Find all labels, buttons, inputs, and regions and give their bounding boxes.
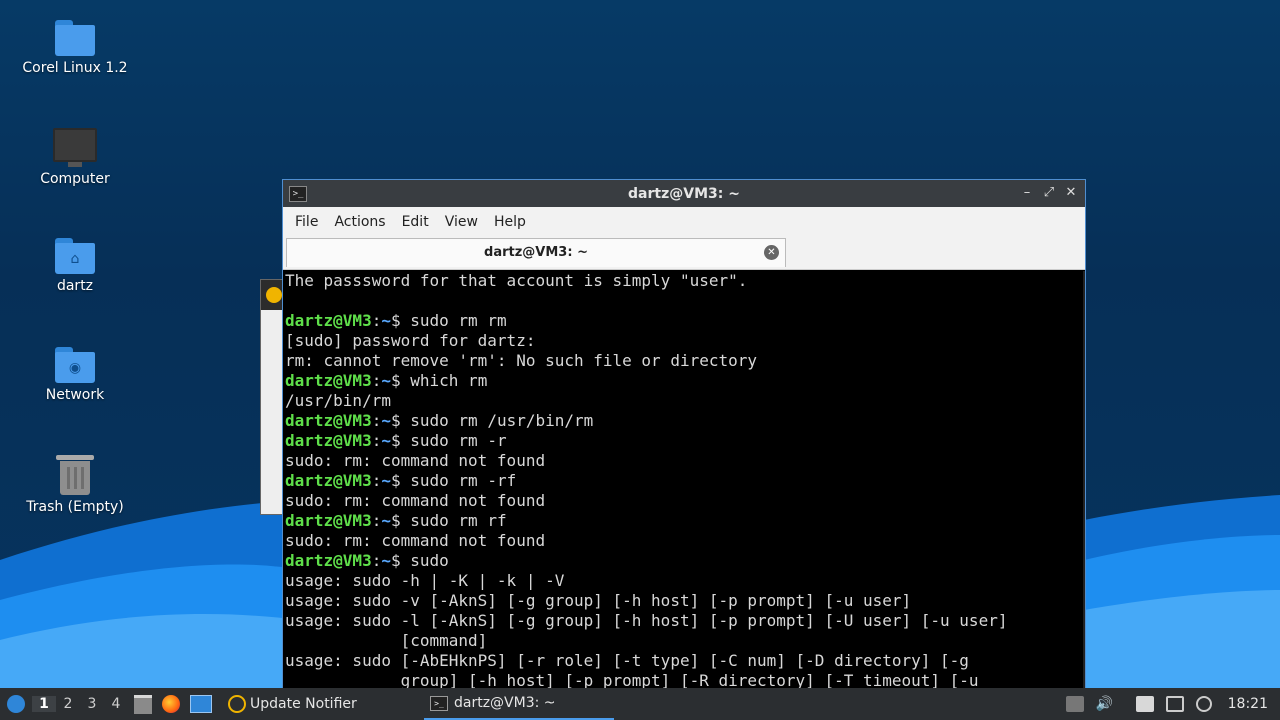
terminal-output-line: usage: sudo -l [-AknS] [-g group] [-h ho… [285, 611, 1008, 630]
tab-label: dartz@VM3: ~ [484, 245, 588, 260]
prompt-path: ~ [381, 511, 391, 530]
terminal-output-line: [command] [285, 631, 488, 650]
prompt-path: ~ [381, 411, 391, 430]
desktop-icon [190, 695, 212, 713]
prompt-path: ~ [381, 551, 391, 570]
start-menu-button[interactable] [0, 688, 32, 720]
network-icon[interactable] [1165, 696, 1184, 712]
terminal-icon: >_ [289, 185, 307, 202]
firefox-icon [162, 695, 180, 713]
terminal-command-line: dartz@VM3:~$ sudo rm rm [285, 311, 507, 330]
terminal-output-line: usage: sudo [-AbEHknPS] [-r role] [-t ty… [285, 651, 969, 670]
terminal-scrollbar[interactable] [1083, 271, 1085, 688]
computer-icon [53, 128, 97, 162]
updates-icon[interactable] [1195, 696, 1212, 712]
terminal-command-line: dartz@VM3:~$ sudo rm -r [285, 431, 507, 450]
terminal-output-line: [sudo] password for dartz: [285, 331, 536, 350]
prompt-path: ~ [381, 471, 391, 490]
clock[interactable]: 18:21 [1228, 696, 1268, 712]
update-notifier-icon [228, 695, 246, 713]
prompt-user: dartz@VM3 [285, 371, 372, 390]
desktop-icon-corel-linux[interactable]: Corel Linux 1.2 [20, 20, 130, 76]
desktop-icon-label: Corel Linux 1.2 [22, 60, 128, 76]
prompt-user: dartz@VM3 [285, 511, 372, 530]
workspace-2[interactable]: 2 [56, 696, 80, 712]
taskbar: 1 2 3 4 Update Notifier >_ dartz@VM3: ~ … [0, 688, 1280, 720]
terminal-icon: >_ [430, 695, 448, 711]
trash-icon [56, 455, 94, 495]
maximize-icon[interactable]: ⤢ [1041, 184, 1057, 202]
terminal-output-line: sudo: rm: command not found [285, 491, 546, 510]
desktop-icon-label: Network [45, 387, 105, 403]
workspace-4[interactable]: 4 [104, 696, 128, 712]
network-folder-icon: ◉ [55, 347, 95, 383]
update-notifier-icon [266, 287, 282, 303]
desktop-icon-trash[interactable]: Trash (Empty) [20, 455, 130, 515]
desktop-icon-label: dartz [56, 278, 94, 294]
task-label: dartz@VM3: ~ [454, 695, 556, 711]
menu-view[interactable]: View [437, 214, 486, 230]
menu-file[interactable]: File [287, 214, 326, 230]
prompt-path: ~ [381, 431, 391, 450]
menu-bar: File Actions Edit View Help [283, 207, 1085, 237]
terminal-output-line: group] [-h host] [-p prompt] [-R directo… [285, 671, 979, 688]
workspace-1[interactable]: 1 [32, 696, 56, 712]
prompt-user: dartz@VM3 [285, 551, 372, 570]
home-folder-icon: ⌂ [55, 238, 95, 274]
terminal-command-line: dartz@VM3:~$ sudo rm -rf [285, 471, 517, 490]
terminal-output-line: sudo: rm: command not found [285, 451, 546, 470]
prompt-user: dartz@VM3 [285, 471, 372, 490]
terminal-output-line: The passsword for that account is simply… [285, 271, 748, 290]
desktop-icon-dartz[interactable]: ⌂ dartz [20, 238, 130, 294]
terminal-output-line: /usr/bin/rm [285, 391, 391, 410]
desktop-icon-label: Trash (Empty) [26, 499, 124, 515]
workspace-3[interactable]: 3 [80, 696, 104, 712]
show-desktop-launcher[interactable] [190, 688, 212, 720]
firefox-launcher[interactable] [162, 688, 180, 720]
close-icon[interactable]: ✕ [1063, 184, 1079, 202]
file-manager-icon [134, 694, 152, 714]
tab-bar: dartz@VM3: ~ ✕ [283, 237, 1085, 270]
terminal-output[interactable]: The passsword for that account is simply… [285, 271, 1085, 688]
volume-icon[interactable]: 🔊 [1096, 696, 1114, 712]
prompt-path: ~ [381, 311, 391, 330]
prompt-user: dartz@VM3 [285, 311, 372, 330]
minimize-icon[interactable]: – [1019, 184, 1035, 202]
terminal-output-line: usage: sudo -v [-AknS] [-g group] [-h ho… [285, 591, 912, 610]
desktop: Corel Linux 1.2 Computer ⌂ dartz ◉ Netwo… [0, 0, 1280, 688]
task-label: Update Notifier [250, 696, 357, 712]
terminal-command-line: dartz@VM3:~$ sudo rm /usr/bin/rm [285, 411, 594, 430]
tray: 🔊 18:21 [1060, 688, 1280, 720]
terminal-command-line: dartz@VM3:~$ which rm [285, 371, 488, 390]
desktop-icon-label: Computer [40, 171, 110, 187]
tab-close-icon[interactable]: ✕ [764, 245, 779, 260]
terminal-titlebar[interactable]: >_ dartz@VM3: ~ – ⤢ ✕ [283, 180, 1085, 207]
folder-icon [55, 20, 95, 56]
terminal-command-line: dartz@VM3:~$ sudo rm rf [285, 511, 507, 530]
prompt-user: dartz@VM3 [285, 431, 372, 450]
terminal-output-line: usage: sudo -h | -K | -k | -V [285, 571, 565, 590]
clipboard-icon[interactable] [1135, 696, 1154, 712]
prompt-path: ~ [381, 371, 391, 390]
window-title: dartz@VM3: ~ [628, 185, 740, 202]
task-terminal[interactable]: >_ dartz@VM3: ~ [424, 688, 614, 720]
file-manager-launcher[interactable] [134, 688, 152, 720]
tab-terminal[interactable]: dartz@VM3: ~ ✕ [286, 238, 786, 267]
terminal-output-line: rm: cannot remove 'rm': No such file or … [285, 351, 758, 370]
menu-edit[interactable]: Edit [394, 214, 437, 230]
menu-actions[interactable]: Actions [326, 214, 393, 230]
tray-arrow-icon[interactable] [1065, 696, 1084, 712]
terminal-command-line: dartz@VM3:~$ sudo [285, 551, 449, 570]
prompt-user: dartz@VM3 [285, 411, 372, 430]
desktop-icon-network[interactable]: ◉ Network [20, 347, 130, 403]
task-update-notifier[interactable]: Update Notifier [222, 688, 424, 720]
corel-logo-icon [7, 695, 25, 713]
desktop-icon-computer[interactable]: Computer [20, 128, 130, 187]
terminal-window[interactable]: >_ dartz@VM3: ~ – ⤢ ✕ File Actions Edit … [282, 179, 1086, 688]
menu-help[interactable]: Help [486, 214, 534, 230]
terminal-output-line: sudo: rm: command not found [285, 531, 546, 550]
